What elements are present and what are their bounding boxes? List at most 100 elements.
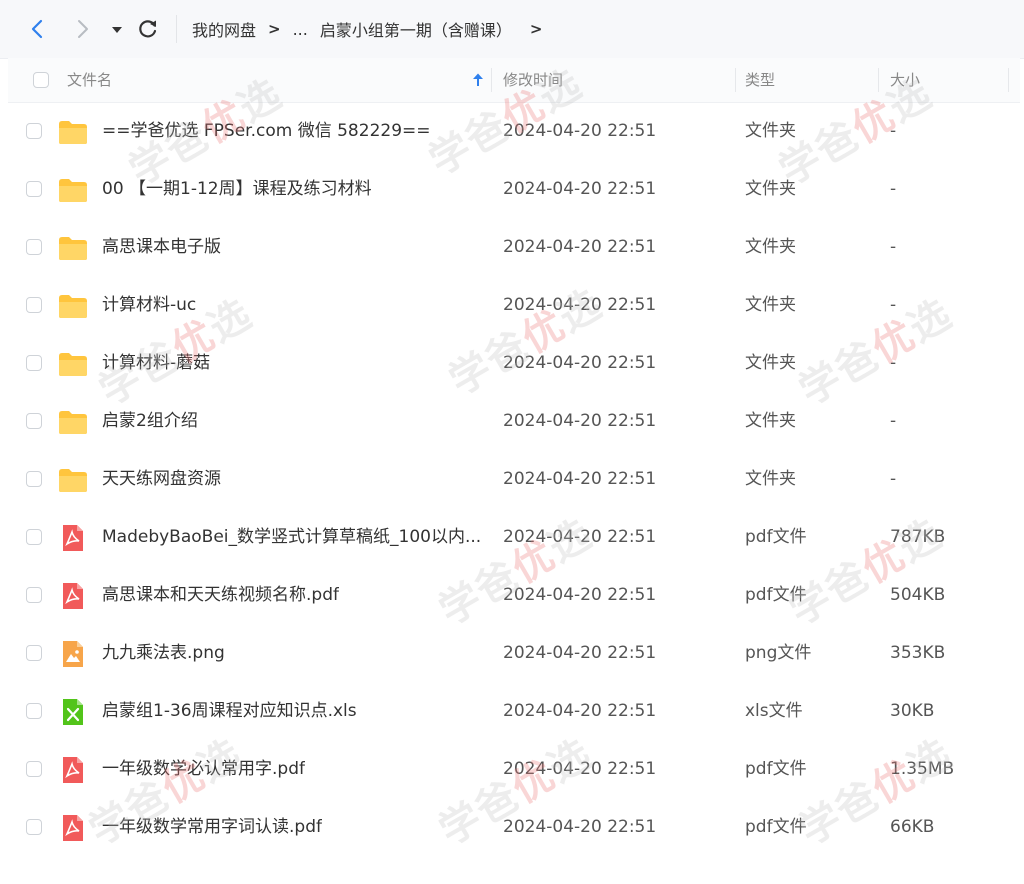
- row-checkbox[interactable]: [26, 587, 42, 603]
- forward-button[interactable]: [70, 17, 94, 41]
- file-modified: 2024-04-20 22:51: [503, 121, 657, 141]
- refresh-button[interactable]: [136, 17, 160, 41]
- table-row[interactable]: 高思课本和天天练视频名称.pdf 2024-04-20 22:51 pdf文件 504…: [8, 566, 1020, 624]
- breadcrumb-separator-icon: >: [268, 20, 281, 38]
- breadcrumb-ellipsis[interactable]: ...: [293, 20, 308, 39]
- table-row[interactable]: ==学爸优选 FPSer.com 微信 582229== 2024-04-20 2…: [8, 102, 1020, 160]
- sort-ascending-icon[interactable]: [471, 72, 485, 92]
- file-type: pdf文件: [745, 817, 807, 837]
- row-checkbox[interactable]: [26, 703, 42, 719]
- header-type[interactable]: 类型: [745, 58, 775, 102]
- table-row[interactable]: 一年级数学常用字词认读.pdf 2024-04-20 22:51 pdf文件 66KB: [8, 798, 1020, 856]
- file-name[interactable]: 一年级数学常用字词认读.pdf: [102, 798, 322, 856]
- history-dropdown-button[interactable]: [106, 17, 130, 41]
- table-row[interactable]: 启蒙2组介绍 2024-04-20 22:51 文件夹 -: [8, 392, 1020, 450]
- file-name[interactable]: 九九乘法表.png: [102, 624, 225, 682]
- file-name[interactable]: 启蒙组1-36周课程对应知识点.xls: [102, 682, 357, 740]
- file-name[interactable]: 天天练网盘资源: [102, 450, 221, 508]
- header-modified[interactable]: 修改时间: [503, 58, 563, 102]
- file-modified: 2024-04-20 22:51: [503, 411, 657, 431]
- file-modified: 2024-04-20 22:51: [503, 643, 657, 663]
- file-type: pdf文件: [745, 527, 807, 547]
- file-type: png文件: [745, 643, 812, 663]
- file-modified: 2024-04-20 22:51: [503, 701, 657, 721]
- file-name[interactable]: 计算材料-蘑菇: [102, 334, 210, 392]
- file-size: -: [890, 411, 897, 431]
- file-size: 787KB: [890, 527, 946, 547]
- header-divider: [735, 68, 736, 92]
- file-type: 文件夹: [745, 469, 796, 489]
- file-type: 文件夹: [745, 353, 796, 373]
- folder-icon: [58, 119, 88, 145]
- folder-icon: [58, 177, 88, 203]
- file-size: 353KB: [890, 643, 946, 663]
- folder-icon: [58, 351, 88, 377]
- file-type: pdf文件: [745, 585, 807, 605]
- table-row[interactable]: 一年级数学必认常用字.pdf 2024-04-20 22:51 pdf文件 1.35M…: [8, 740, 1020, 798]
- file-modified: 2024-04-20 22:51: [503, 759, 657, 779]
- row-checkbox[interactable]: [26, 529, 42, 545]
- table-row[interactable]: 计算材料-uc 2024-04-20 22:51 文件夹 -: [8, 276, 1020, 334]
- table-row[interactable]: 00 【一期1-12周】课程及练习材料 2024-04-20 22:51 文件夹 -: [8, 160, 1020, 218]
- row-checkbox[interactable]: [26, 645, 42, 661]
- row-checkbox[interactable]: [26, 355, 42, 371]
- table-header: 文件名 修改时间 类型 大小: [8, 58, 1020, 103]
- file-name[interactable]: 计算材料-uc: [102, 276, 196, 334]
- file-name[interactable]: 00 【一期1-12周】课程及练习材料: [102, 160, 372, 218]
- file-type: pdf文件: [745, 759, 807, 779]
- folder-icon: [58, 235, 88, 261]
- table-row[interactable]: 九九乘法表.png 2024-04-20 22:51 png文件 353KB: [8, 624, 1020, 682]
- select-all-checkbox[interactable]: [33, 72, 49, 88]
- back-button[interactable]: [26, 17, 50, 41]
- row-checkbox[interactable]: [26, 761, 42, 777]
- table-row[interactable]: 启蒙组1-36周课程对应知识点.xls 2024-04-20 22:51 xls文件…: [8, 682, 1020, 740]
- header-name[interactable]: 文件名: [67, 58, 112, 102]
- file-type: 文件夹: [745, 237, 796, 257]
- table-row[interactable]: 高思课本电子版 2024-04-20 22:51 文件夹 -: [8, 218, 1020, 276]
- breadcrumb-root[interactable]: 我的网盘: [192, 17, 256, 41]
- row-checkbox[interactable]: [26, 471, 42, 487]
- row-checkbox[interactable]: [26, 297, 42, 313]
- breadcrumb-expand-icon[interactable]: >: [530, 20, 543, 38]
- file-size: 504KB: [890, 585, 946, 605]
- file-name[interactable]: ==学爸优选 FPSer.com 微信 582229==: [102, 102, 431, 160]
- row-checkbox[interactable]: [26, 181, 42, 197]
- file-type: xls文件: [745, 701, 803, 721]
- image-icon: [58, 641, 88, 667]
- toolbar: 我的网盘 > ... 启蒙小组第一期（含赠课） >: [0, 0, 1024, 59]
- table-row[interactable]: 天天练网盘资源 2024-04-20 22:51 文件夹 -: [8, 450, 1020, 508]
- pdf-icon: [58, 757, 88, 783]
- header-divider: [491, 68, 492, 92]
- refresh-icon: [139, 20, 157, 38]
- row-checkbox[interactable]: [26, 413, 42, 429]
- file-modified: 2024-04-20 22:51: [503, 237, 657, 257]
- file-type: 文件夹: [745, 121, 796, 141]
- folder-icon: [58, 467, 88, 493]
- row-checkbox[interactable]: [26, 239, 42, 255]
- file-name[interactable]: 启蒙2组介绍: [102, 392, 198, 450]
- header-divider: [878, 68, 879, 92]
- pdf-icon: [58, 815, 88, 841]
- chevron-left-icon: [31, 19, 43, 39]
- file-name[interactable]: 高思课本电子版: [102, 218, 221, 276]
- caret-down-icon: [112, 27, 122, 33]
- breadcrumb: 我的网盘 > ... 启蒙小组第一期（含赠课） >: [192, 17, 542, 41]
- pdf-icon: [58, 583, 88, 609]
- row-checkbox[interactable]: [26, 819, 42, 835]
- file-modified: 2024-04-20 22:51: [503, 295, 657, 315]
- breadcrumb-current[interactable]: 启蒙小组第一期（含赠课）: [320, 17, 512, 41]
- file-modified: 2024-04-20 22:51: [503, 817, 657, 837]
- table-row[interactable]: 计算材料-蘑菇 2024-04-20 22:51 文件夹 -: [8, 334, 1020, 392]
- file-size: 66KB: [890, 817, 935, 837]
- file-name[interactable]: 高思课本和天天练视频名称.pdf: [102, 566, 339, 624]
- row-checkbox[interactable]: [26, 123, 42, 139]
- file-name[interactable]: 一年级数学必认常用字.pdf: [102, 740, 305, 798]
- chevron-right-icon: [78, 20, 88, 38]
- header-size[interactable]: 大小: [890, 58, 920, 102]
- excel-icon: [58, 699, 88, 725]
- toolbar-divider: [176, 15, 177, 43]
- file-size: -: [890, 295, 897, 315]
- file-modified: 2024-04-20 22:51: [503, 527, 657, 547]
- file-name[interactable]: MadebyBaoBei_数学竖式计算草稿纸_100以内...: [102, 508, 481, 566]
- table-row[interactable]: MadebyBaoBei_数学竖式计算草稿纸_100以内... 2024-04-2…: [8, 508, 1020, 566]
